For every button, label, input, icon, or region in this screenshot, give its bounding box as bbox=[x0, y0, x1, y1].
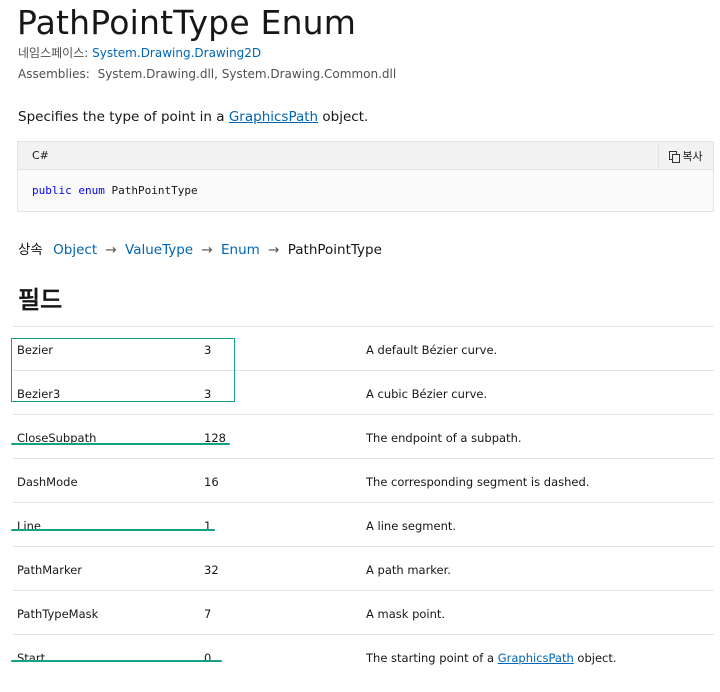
table-row: PathMarker 32 A path marker. bbox=[13, 546, 714, 590]
copy-button-label: 복사 bbox=[682, 149, 703, 163]
field-description-after: object. bbox=[573, 651, 617, 665]
field-name: DashMode bbox=[17, 475, 78, 489]
code-language-label: C# bbox=[32, 149, 49, 162]
table-row: CloseSubpath 128 The endpoint of a subpa… bbox=[13, 414, 714, 458]
field-value: 16 bbox=[204, 475, 219, 489]
inheritance-valuetype-link[interactable]: ValueType bbox=[125, 242, 193, 258]
inheritance-object-link[interactable]: Object bbox=[53, 242, 97, 258]
field-graphicspath-link[interactable]: GraphicsPath bbox=[498, 651, 574, 665]
table-row: Start 0 The starting point of a Graphics… bbox=[13, 634, 714, 678]
code-block: C# 복사 public enum PathPointType bbox=[17, 141, 714, 212]
inheritance-label: 상속 bbox=[18, 242, 43, 258]
fields-heading: 필드 bbox=[18, 286, 63, 314]
assemblies-label: Assemblies: bbox=[18, 67, 90, 81]
code-keyword-public: public bbox=[32, 184, 72, 197]
field-description: The endpoint of a subpath. bbox=[366, 431, 522, 445]
start-underline bbox=[11, 660, 222, 662]
namespace-link[interactable]: System.Drawing.Drawing2D bbox=[92, 46, 261, 60]
arrow-icon: → bbox=[268, 242, 280, 258]
field-name: Start bbox=[17, 651, 46, 665]
field-name: PathTypeMask bbox=[17, 607, 99, 621]
field-description: A cubic Bézier curve. bbox=[366, 387, 488, 401]
summary-after: object. bbox=[318, 109, 369, 125]
assemblies-row: Assemblies: System.Drawing.dll, System.D… bbox=[18, 67, 396, 81]
namespace-row: 네임스페이스: System.Drawing.Drawing2D bbox=[18, 44, 261, 61]
summary-graphicspath-link[interactable]: GraphicsPath bbox=[229, 109, 318, 125]
code-content: public enum PathPointType bbox=[32, 184, 198, 197]
table-row: PathTypeMask 7 A mask point. bbox=[13, 590, 714, 634]
closesubpath-underline bbox=[11, 443, 230, 445]
field-description: A default Bézier curve. bbox=[366, 343, 498, 357]
inheritance-chain: 상속 Object → ValueType → Enum → PathPoint… bbox=[18, 238, 382, 258]
table-row: Line 1 A line segment. bbox=[13, 502, 714, 546]
namespace-label: 네임스페이스: bbox=[18, 46, 89, 60]
summary-text: Specifies the type of point in a Graphic… bbox=[18, 109, 368, 125]
inheritance-enum-link[interactable]: Enum bbox=[221, 242, 260, 258]
field-value: 0 bbox=[204, 651, 212, 665]
copy-button[interactable]: 복사 bbox=[658, 142, 713, 169]
field-description: The corresponding segment is dashed. bbox=[366, 475, 590, 489]
page-title: PathPointType Enum bbox=[17, 3, 357, 42]
line-underline bbox=[11, 529, 215, 531]
field-description-before: The starting point of a bbox=[366, 651, 498, 665]
table-row: DashMode 16 The corresponding segment is… bbox=[13, 458, 714, 502]
field-description: A path marker. bbox=[366, 563, 451, 577]
field-description: The starting point of a GraphicsPath obj… bbox=[366, 651, 617, 665]
field-description: A mask point. bbox=[366, 607, 446, 621]
code-type-name: PathPointType bbox=[111, 184, 198, 197]
arrow-icon: → bbox=[105, 242, 117, 258]
assemblies-value: System.Drawing.dll, System.Drawing.Commo… bbox=[97, 67, 397, 81]
bezier-highlight-box bbox=[11, 338, 235, 402]
field-description: A line segment. bbox=[366, 519, 457, 533]
field-value: 7 bbox=[204, 607, 212, 621]
field-value: 32 bbox=[204, 563, 219, 577]
copy-icon bbox=[669, 150, 681, 163]
summary-before: Specifies the type of point in a bbox=[18, 109, 229, 125]
code-keyword-enum: enum bbox=[78, 184, 105, 197]
field-name: PathMarker bbox=[17, 563, 83, 577]
inheritance-current: PathPointType bbox=[287, 242, 382, 258]
code-header: C# 복사 bbox=[18, 142, 713, 170]
arrow-icon: → bbox=[201, 242, 213, 258]
